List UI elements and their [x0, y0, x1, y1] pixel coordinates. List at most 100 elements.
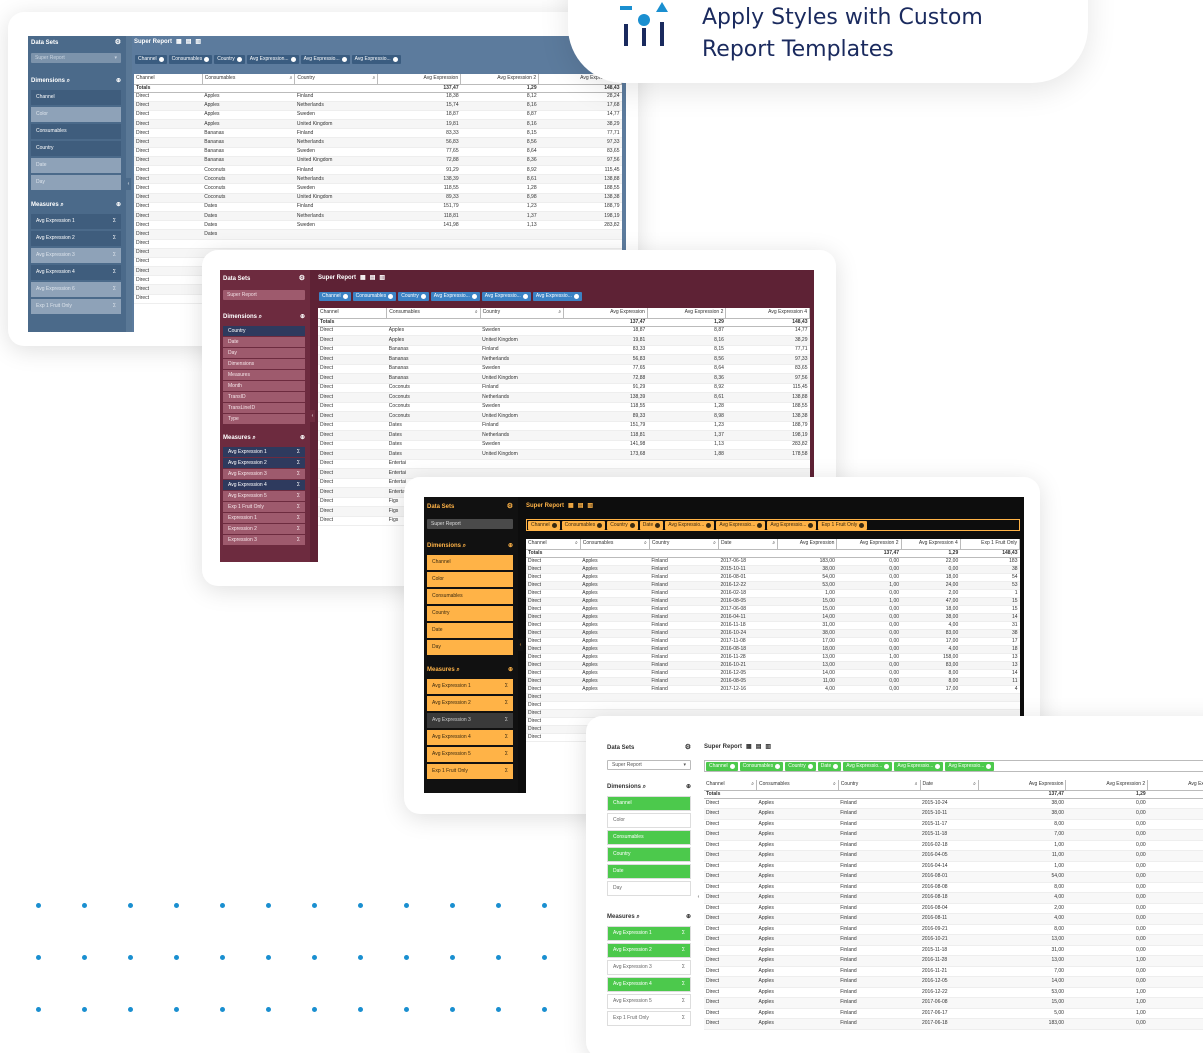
column-header[interactable]: Country ⌕ [294, 74, 379, 85]
search-icon[interactable]: ⌕ [833, 782, 836, 787]
column-header[interactable]: Avg Expression [563, 308, 648, 319]
search-icon[interactable]: ⌕ [558, 310, 561, 315]
table-row[interactable]: Direct Apples Finland 2016-10-24 38,00 0,00 83… [526, 629, 1020, 638]
column-header[interactable]: Country ⌕ [838, 780, 921, 791]
column-header[interactable]: Avg Expression 2 [836, 539, 902, 550]
field-chip[interactable]: Avg Expressio... [351, 54, 401, 64]
table-row[interactable]: Direct Apples Finland 2016-04-11 14,00 0,00 38… [526, 613, 1020, 622]
table-row[interactable]: DirectApplesFinland2015-11-178,000,002,0… [704, 819, 1203, 830]
search-icon[interactable]: ⌕ [65, 78, 70, 84]
column-header[interactable]: Consumables ⌕ [202, 74, 296, 85]
pivot-view-icon[interactable]: ▤ [756, 744, 762, 750]
dimensions-item[interactable]: Date [427, 623, 513, 638]
table-row[interactable]: Direct Apples Finland 2016-08-18 18,00 0,00 4,… [526, 645, 1020, 654]
measures-item[interactable]: Avg Expression 1 Σ [31, 214, 121, 229]
column-header[interactable]: Avg Expression 2 [460, 74, 540, 85]
dimensions-item[interactable]: Country [31, 141, 121, 156]
measures-item[interactable]: Exp 1 Fruit Only Σ [31, 299, 121, 314]
column-header[interactable]: Channel [134, 74, 203, 85]
table-row[interactable]: Direct [526, 693, 1020, 702]
table-row[interactable]: Direct Coconuts Finland 91,29 8,92 115,45 [318, 383, 810, 393]
field-chip[interactable]: Avg Expressio... [665, 520, 715, 530]
column-header[interactable]: Channel [318, 308, 388, 319]
column-header[interactable]: Date ⌕ [718, 539, 779, 550]
remove-chip-icon[interactable] [859, 522, 865, 528]
chart-view-icon[interactable]: ▥ [765, 744, 771, 750]
dimensions-item[interactable]: Day [223, 348, 305, 358]
field-chip[interactable]: Channel [528, 520, 560, 530]
table-row[interactable]: DirectApplesFinland2016-02-181,000,002,0… [704, 840, 1203, 851]
dimensions-item[interactable]: Channel [31, 90, 121, 105]
collapse-handle[interactable]: ‹ [518, 639, 523, 651]
column-header[interactable]: Channel ⌕ [526, 539, 581, 550]
chart-view-icon[interactable]: ▥ [587, 503, 593, 509]
measures-item[interactable]: Expression 2 Σ [223, 524, 305, 534]
table-row[interactable]: DirectApplesFinland2016-08-088,000,0021,… [704, 882, 1203, 893]
field-chip[interactable]: Country [785, 761, 816, 771]
chart-view-icon[interactable]: ▥ [195, 39, 201, 45]
remove-chip-icon[interactable] [420, 293, 426, 299]
remove-chip-icon[interactable] [158, 56, 164, 62]
table-row[interactable]: Direct Apples Sweden 18,87 8,87 14,77 [318, 326, 810, 336]
table-row[interactable]: DirectApplesFinland2017-06-18183,000,002… [704, 1018, 1203, 1030]
remove-chip-icon[interactable] [807, 763, 813, 769]
table-row[interactable]: Direct Coconuts United Kingdom 89,33 8,98 138… [318, 411, 810, 422]
table-row[interactable]: Direct Apples Netherlands 15,74 8,16 17,68 [134, 101, 622, 111]
remove-chip-icon[interactable] [204, 56, 210, 62]
table-row[interactable]: DirectApplesFinland2015-10-1138,000,000,… [526, 565, 1020, 574]
measures-item[interactable]: Avg Expression 2 Σ [427, 696, 513, 711]
dimensions-item[interactable]: Country [427, 606, 513, 621]
pivot-view-icon[interactable]: ▤ [370, 275, 376, 281]
add-field-icon[interactable]: ⊕ [508, 667, 513, 673]
column-header[interactable]: Avg Expression [377, 74, 462, 85]
dimensions-item[interactable]: Day [607, 881, 691, 896]
table-row[interactable]: Direct Coconuts Sweden 118,55 1,28 188,55 [134, 183, 622, 194]
dimensions-item[interactable]: Month [223, 381, 305, 391]
table-row[interactable]: Direct Apples Finland 2016-08-05 15,00 1,00 47… [526, 597, 1020, 606]
table-row[interactable]: Direct Bananas Sweden 77,65 8,64 83,65 [318, 364, 810, 374]
dimensions-item[interactable]: Consumables [31, 124, 121, 139]
measures-item[interactable]: Avg Expression 3 Σ [31, 248, 121, 263]
field-chip[interactable]: Consumables [739, 761, 784, 771]
dimensions-item[interactable]: Date [607, 864, 691, 879]
table-row[interactable]: DirectApplesFinland2016-08-114,000,0021,… [704, 913, 1203, 925]
table-row[interactable]: DirectApplesFinland2017-06-18183,000,002… [526, 557, 1020, 566]
measures-item[interactable]: Avg Expression 4 Σ [223, 480, 305, 490]
table-row[interactable]: Direct Bananas Netherlands 56,83 8,56 97,33 [318, 354, 810, 365]
remove-chip-icon[interactable] [551, 522, 557, 528]
dimensions-item[interactable]: Date [223, 337, 305, 347]
chart-view-icon[interactable]: ▥ [379, 275, 385, 281]
column-header[interactable]: Exp 1 Fruit Only [960, 539, 1020, 550]
table-row[interactable]: DirectApplesFinland2015-10-2438,000,0083… [704, 798, 1203, 809]
remove-chip-icon[interactable] [573, 293, 579, 299]
table-row[interactable]: DirectApplesFinland2016-08-0154,000,0018… [704, 871, 1203, 883]
table-row[interactable]: Direct Apples Finland 18,38 8,12 28,24 [134, 92, 622, 102]
field-chip[interactable]: Avg Expressio... [945, 761, 995, 771]
table-view-icon[interactable]: ▦ [746, 744, 752, 750]
table-row[interactable]: DirectApplesFinland2016-10-2113,000,0083… [704, 934, 1203, 946]
search-icon[interactable]: ⌕ [973, 782, 976, 787]
search-icon[interactable]: ⌕ [575, 541, 578, 546]
field-chip[interactable]: Consumables [168, 54, 213, 64]
search-icon[interactable]: ⌕ [915, 782, 918, 787]
measures-item[interactable]: Avg Expression 5 Σ [607, 994, 691, 1009]
dimensions-item[interactable]: TransLineID [223, 403, 305, 413]
measures-item[interactable]: Avg Expression 1 Σ [607, 926, 691, 941]
column-header[interactable]: Channel ⌕ [704, 780, 758, 791]
table-row[interactable]: DirectApplesFinland2016-11-2813,001,0015… [704, 955, 1203, 967]
pivot-view-icon[interactable]: ▤ [578, 503, 584, 509]
pivot-view-icon[interactable]: ▤ [186, 39, 192, 45]
measures-item[interactable]: Avg Expression 2 Σ [223, 458, 305, 468]
table-row[interactable]: Direct Coconuts Netherlands 138,39 8,61 138,8… [318, 392, 810, 403]
dimensions-item[interactable]: Country [223, 326, 305, 336]
remove-chip-icon[interactable] [833, 763, 839, 769]
dimensions-item[interactable]: Color [31, 107, 121, 122]
field-chip[interactable]: Channel [135, 54, 167, 64]
table-row[interactable]: DirectApplesFinland2016-04-141,000,002,0… [704, 861, 1203, 872]
search-icon[interactable]: ⌕ [475, 310, 478, 315]
table-row[interactable]: Direct Entertai [318, 459, 810, 469]
table-row[interactable]: Direct Apples Finland 2017-11-08 17,00 0,00 17… [526, 637, 1020, 646]
field-chip[interactable]: Avg Expressio... [300, 54, 350, 64]
search-icon[interactable]: ⌕ [290, 76, 293, 81]
column-header[interactable]: Consumables ⌕ [580, 539, 650, 550]
